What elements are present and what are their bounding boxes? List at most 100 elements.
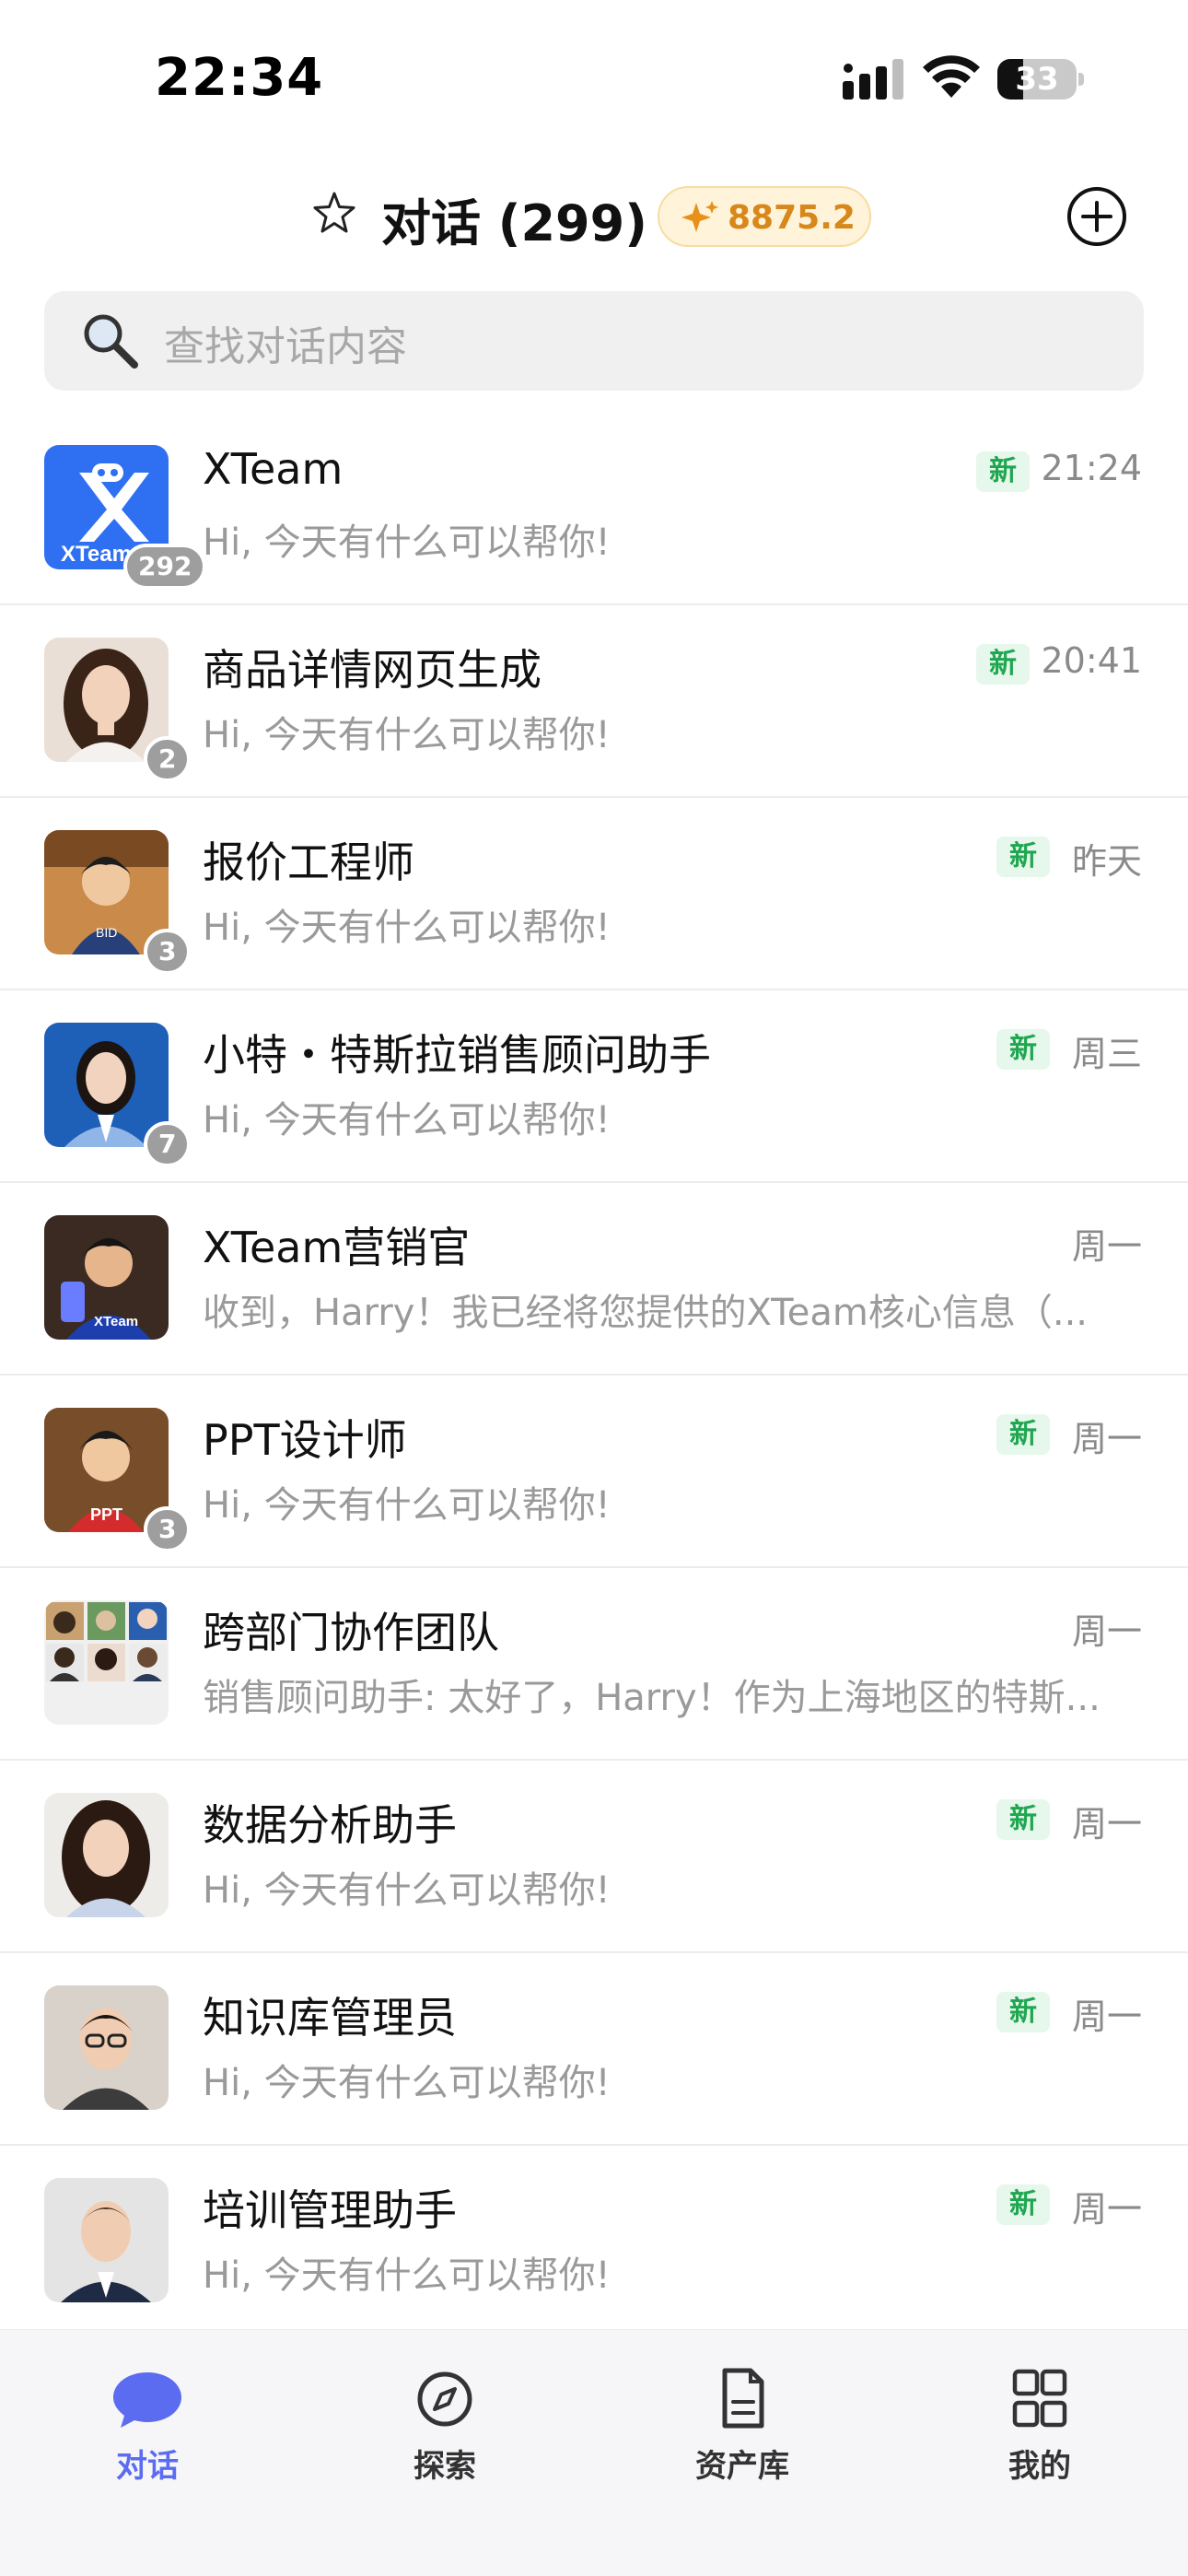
chat-name: 报价工程师 (203, 837, 414, 887)
chat-time: 周三 (1071, 1034, 1142, 1074)
chat-bubble-icon (113, 2372, 181, 2428)
chat-name: 知识库管理员 (203, 1993, 457, 2043)
training-manager-portrait-icon (44, 2178, 169, 2302)
chat-item[interactable]: 7 小特・特斯拉销售顾问助手 新 周三 Hi, 今天有什么可以帮你! (0, 990, 1188, 1183)
new-badge: 新 (996, 1799, 1050, 1840)
tab-explore[interactable]: 探索 (353, 2367, 537, 2505)
header: 对话 (299) 8875.2 (0, 166, 1188, 267)
tab-chat[interactable]: 对话 (55, 2367, 239, 2505)
unread-count-badge: 3 (144, 929, 192, 975)
chat-item[interactable]: 知识库管理员 新 周一 Hi, 今天有什么可以帮你! (0, 1953, 1188, 2146)
chat-item[interactable]: XTeam 292 XTeam 新 21:24 Hi, 今天有什么可以帮你! (0, 413, 1188, 605)
tab-label: 我的 (1008, 2448, 1071, 2485)
chat-preview: 收到，Harry！我已经将您提供的XTeam核心信息（... (203, 1292, 1089, 1334)
chat-item[interactable]: XTeam XTeam营销官 周一 收到，Harry！我已经将您提供的XTeam… (0, 1183, 1188, 1376)
grid-icon (1012, 2369, 1067, 2428)
chat-preview: Hi, 今天有什么可以帮你! (203, 907, 611, 949)
chat-item[interactable]: BID 3 报价工程师 新 昨天 Hi, 今天有什么可以帮你! (0, 798, 1188, 990)
knowledge-admin-portrait-icon (44, 1985, 169, 2110)
star-icon[interactable] (311, 190, 357, 236)
chat-list: XTeam 292 XTeam 新 21:24 Hi, 今天有什么可以帮你! 2 (0, 413, 1188, 2338)
wifi-icon (923, 55, 980, 98)
chat-name: XTeam营销官 (203, 1223, 471, 1272)
chat-time: 周一 (1071, 1996, 1142, 2037)
new-badge: 新 (976, 451, 1030, 492)
status-time: 22:34 (155, 48, 324, 108)
chat-time: 周一 (1071, 1611, 1142, 1652)
chat-list-screen: 22:34 33 对话 (299) 8875.2 查找对话内容 XTeam 29… (0, 0, 1188, 2576)
chat-preview: Hi, 今天有什么可以帮你! (203, 2062, 611, 2104)
battery-percent: 33 (1015, 61, 1059, 98)
chat-item[interactable]: 跨部门协作团队 周一 销售顾问助手: 太好了，Harry！作为上海地区的特斯..… (0, 1568, 1188, 1761)
chat-name: 培训管理助手 (203, 2185, 457, 2235)
chat-time: 21:24 (1041, 448, 1142, 488)
tab-mine[interactable]: 我的 (948, 2367, 1132, 2505)
chat-item[interactable]: 数据分析助手 新 周一 Hi, 今天有什么可以帮你! (0, 1761, 1188, 1953)
chat-preview: 销售顾问助手: 太好了，Harry！作为上海地区的特斯... (203, 1677, 1101, 1719)
svg-text:XTeam: XTeam (94, 1314, 138, 1329)
add-chat-button[interactable] (1066, 186, 1127, 247)
new-badge: 新 (996, 2184, 1050, 2225)
avatar: XTeam (44, 1215, 169, 1340)
chat-time: 20:41 (1041, 640, 1142, 681)
group-avatar (44, 1600, 169, 1725)
page-title: 对话 (299) (381, 194, 647, 252)
status-bar: 22:34 33 (0, 0, 1188, 157)
data-analyst-portrait-icon (44, 1793, 169, 1917)
chat-time: 昨天 (1071, 841, 1142, 882)
unread-count-badge: 7 (144, 1121, 192, 1167)
new-badge: 新 (976, 644, 1030, 685)
unread-count-badge: 292 (123, 544, 207, 590)
credits-value: 8875.2 (728, 199, 856, 237)
group-avatar-grid-icon (44, 1600, 169, 1725)
tab-bar: 对话 探索 资产库 我的 (0, 2329, 1188, 2576)
new-badge: 新 (996, 1029, 1050, 1070)
compass-icon (417, 2371, 472, 2427)
chat-time: 周一 (1071, 2189, 1142, 2230)
avatar (44, 1793, 169, 1917)
new-badge: 新 (996, 1414, 1050, 1455)
chat-name: 小特・特斯拉销售顾问助手 (203, 1030, 711, 1080)
search-placeholder[interactable]: 查找对话内容 (164, 313, 407, 372)
chat-time: 周一 (1071, 1804, 1142, 1844)
chat-name: 商品详情网页生成 (203, 645, 542, 695)
unread-count-badge: 2 (144, 736, 192, 782)
chat-preview: Hi, 今天有什么可以帮你! (203, 1484, 611, 1527)
chat-preview: Hi, 今天有什么可以帮你! (203, 2254, 611, 2297)
svg-text:BID: BID (96, 925, 117, 940)
battery-indicator: 33 (997, 59, 1084, 100)
tab-assets[interactable]: 资产库 (650, 2367, 834, 2505)
unread-count-badge: 3 (144, 1506, 192, 1552)
chat-item[interactable]: PPT 3 PPT设计师 新 周一 Hi, 今天有什么可以帮你! (0, 1376, 1188, 1568)
chat-name: 跨部门协作团队 (203, 1608, 499, 1657)
avatar-text: XTeam (61, 542, 132, 567)
search-bar[interactable]: 查找对话内容 (44, 291, 1144, 391)
avatar (44, 1985, 169, 2110)
chat-preview: Hi, 今天有什么可以帮你! (203, 1869, 611, 1912)
cellular-signal-icon (843, 59, 903, 100)
chat-item[interactable]: 培训管理助手 新 周一 Hi, 今天有什么可以帮你! (0, 2146, 1188, 2338)
chat-name: 数据分析助手 (203, 1800, 457, 1850)
chat-name: XTeam (203, 444, 344, 494)
tab-label: 资产库 (695, 2448, 789, 2485)
new-badge: 新 (996, 1992, 1050, 2032)
credits-badge[interactable]: 8875.2 (658, 186, 871, 247)
chat-item[interactable]: 2 商品详情网页生成 新 20:41 Hi, 今天有什么可以帮你! (0, 605, 1188, 798)
sparkle-icon (681, 201, 718, 232)
search-icon (84, 314, 138, 369)
chat-preview: Hi, 今天有什么可以帮你! (203, 521, 611, 564)
new-badge: 新 (996, 837, 1050, 877)
battery-shell: 33 (997, 59, 1077, 100)
chat-time: 周一 (1071, 1226, 1142, 1267)
chat-time: 周一 (1071, 1419, 1142, 1459)
svg-text:PPT: PPT (90, 1505, 122, 1524)
tab-label: 对话 (116, 2448, 179, 2485)
chat-name: PPT设计师 (203, 1415, 407, 1465)
cartoon-marketer-icon: XTeam (44, 1215, 169, 1340)
avatar (44, 2178, 169, 2302)
document-icon (722, 2368, 764, 2429)
chat-preview: Hi, 今天有什么可以帮你! (203, 714, 611, 756)
chat-preview: Hi, 今天有什么可以帮你! (203, 1099, 611, 1142)
tab-label: 探索 (413, 2448, 476, 2485)
battery-cap (1078, 73, 1084, 86)
